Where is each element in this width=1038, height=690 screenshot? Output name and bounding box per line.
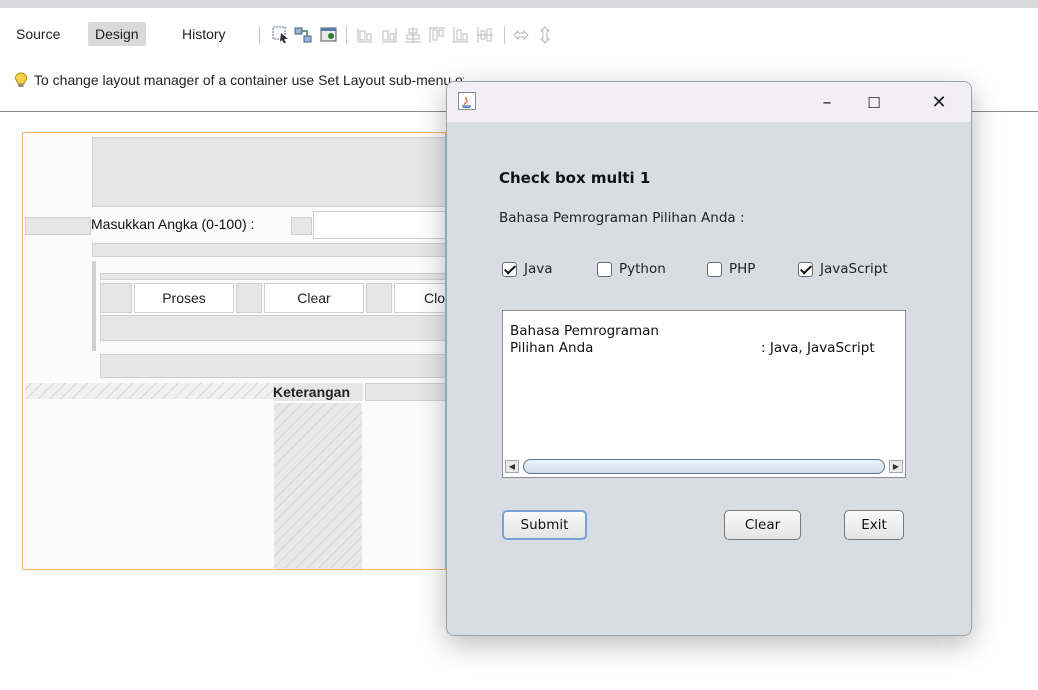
design-gap-row bbox=[92, 243, 445, 257]
align-top-icon bbox=[429, 27, 445, 43]
close-button-design[interactable]: Clo bbox=[394, 283, 445, 313]
checkbox-java-label[interactable]: Java bbox=[524, 261, 553, 277]
dialog-subtitle: Bahasa Pemrograman Pilihan Anda : bbox=[499, 210, 745, 226]
checkbox-python[interactable]: Python bbox=[597, 259, 666, 279]
scrollbar-thumb[interactable] bbox=[523, 459, 885, 474]
scroll-right-arrow-icon[interactable]: ▶ bbox=[889, 460, 903, 473]
exit-button[interactable]: Exit bbox=[844, 510, 904, 540]
dialog-heading: Check box multi 1 bbox=[499, 169, 651, 187]
output-line-2-label: Pilihan Anda bbox=[510, 340, 594, 356]
design-panel-top[interactable] bbox=[92, 137, 445, 207]
input-label[interactable]: Masukkan Angka (0-100) : bbox=[91, 216, 254, 232]
design-gap-cell bbox=[100, 283, 132, 313]
clear-button[interactable]: Clear bbox=[724, 510, 801, 540]
horizontal-scrollbar[interactable]: ◀ ▶ bbox=[505, 457, 903, 475]
design-gap-cell bbox=[236, 283, 262, 313]
align-right-icon bbox=[382, 28, 397, 43]
design-gap-row bbox=[100, 354, 445, 378]
center-vertically-icon bbox=[477, 27, 493, 43]
checkbox-python-label[interactable]: Python bbox=[619, 261, 666, 277]
checkbox-javascript-box[interactable] bbox=[798, 261, 813, 277]
center-horizontally-icon bbox=[405, 27, 421, 43]
checkbox-php-box[interactable] bbox=[707, 261, 722, 277]
lightbulb-icon bbox=[14, 72, 28, 87]
checkbox-javascript-label[interactable]: JavaScript bbox=[820, 261, 888, 277]
design-gap-row bbox=[100, 315, 445, 341]
close-window-button[interactable]: ✕ bbox=[922, 90, 956, 116]
tab-source[interactable]: Source bbox=[9, 22, 67, 46]
window-top-strip bbox=[0, 0, 1038, 8]
toolbar-separator bbox=[504, 26, 505, 44]
tab-history[interactable]: History bbox=[175, 22, 233, 46]
output-line-2-value: : Java, JavaScript bbox=[761, 340, 875, 356]
checkbox-php[interactable]: PHP bbox=[707, 259, 755, 279]
checkbox-demo-window: – ☐ ✕ Check box multi 1 Bahasa Pemrogram… bbox=[446, 81, 972, 636]
editor-toolbar: Source Design History bbox=[0, 8, 1038, 48]
checkbox-javascript[interactable]: JavaScript bbox=[798, 259, 888, 279]
design-gap-cell bbox=[291, 217, 312, 235]
form-design-canvas[interactable]: Masukkan Angka (0-100) : Proses Clear Cl… bbox=[22, 132, 446, 570]
proses-button[interactable]: Proses bbox=[134, 283, 234, 313]
number-input-field[interactable] bbox=[313, 211, 445, 239]
design-table-spacer bbox=[25, 383, 273, 399]
preview-design-icon[interactable] bbox=[320, 26, 338, 44]
selection-mode-icon[interactable] bbox=[272, 26, 290, 44]
window-titlebar[interactable]: – ☐ ✕ bbox=[447, 82, 971, 122]
design-table-body[interactable] bbox=[274, 403, 362, 569]
toolbar-separator bbox=[259, 26, 260, 44]
checkbox-java[interactable]: Java bbox=[502, 259, 553, 279]
submit-button[interactable]: Submit bbox=[502, 510, 587, 540]
table-column-header[interactable]: Keterangan bbox=[273, 383, 363, 401]
design-panel-edge bbox=[92, 261, 96, 351]
resize-horizontal-icon bbox=[513, 29, 529, 41]
scroll-left-arrow-icon[interactable]: ◀ bbox=[505, 460, 519, 473]
minimize-button[interactable]: – bbox=[810, 90, 844, 116]
design-gap-row bbox=[100, 273, 445, 280]
checkbox-java-box[interactable] bbox=[502, 261, 517, 277]
output-line-1: Bahasa Pemrograman bbox=[510, 323, 659, 339]
checkbox-python-box[interactable] bbox=[597, 261, 612, 277]
toolbar-separator bbox=[346, 26, 347, 44]
tab-design[interactable]: Design bbox=[88, 22, 146, 46]
design-gap-cell bbox=[366, 283, 392, 313]
maximize-button[interactable]: ☐ bbox=[857, 90, 891, 116]
hint-text: To change layout manager of a container … bbox=[34, 72, 464, 88]
java-app-icon bbox=[458, 92, 476, 110]
output-text-area[interactable]: Bahasa Pemrograman Pilihan Anda : Java, … bbox=[502, 310, 906, 478]
design-gap-cell bbox=[365, 383, 445, 401]
design-gap-cell bbox=[25, 217, 91, 235]
connection-mode-icon[interactable] bbox=[294, 26, 312, 44]
checkbox-php-label[interactable]: PHP bbox=[729, 261, 755, 277]
clear-button-design[interactable]: Clear bbox=[264, 283, 364, 313]
align-bottom-icon bbox=[453, 27, 469, 43]
align-left-icon bbox=[357, 28, 372, 43]
resize-vertical-icon bbox=[539, 26, 551, 44]
